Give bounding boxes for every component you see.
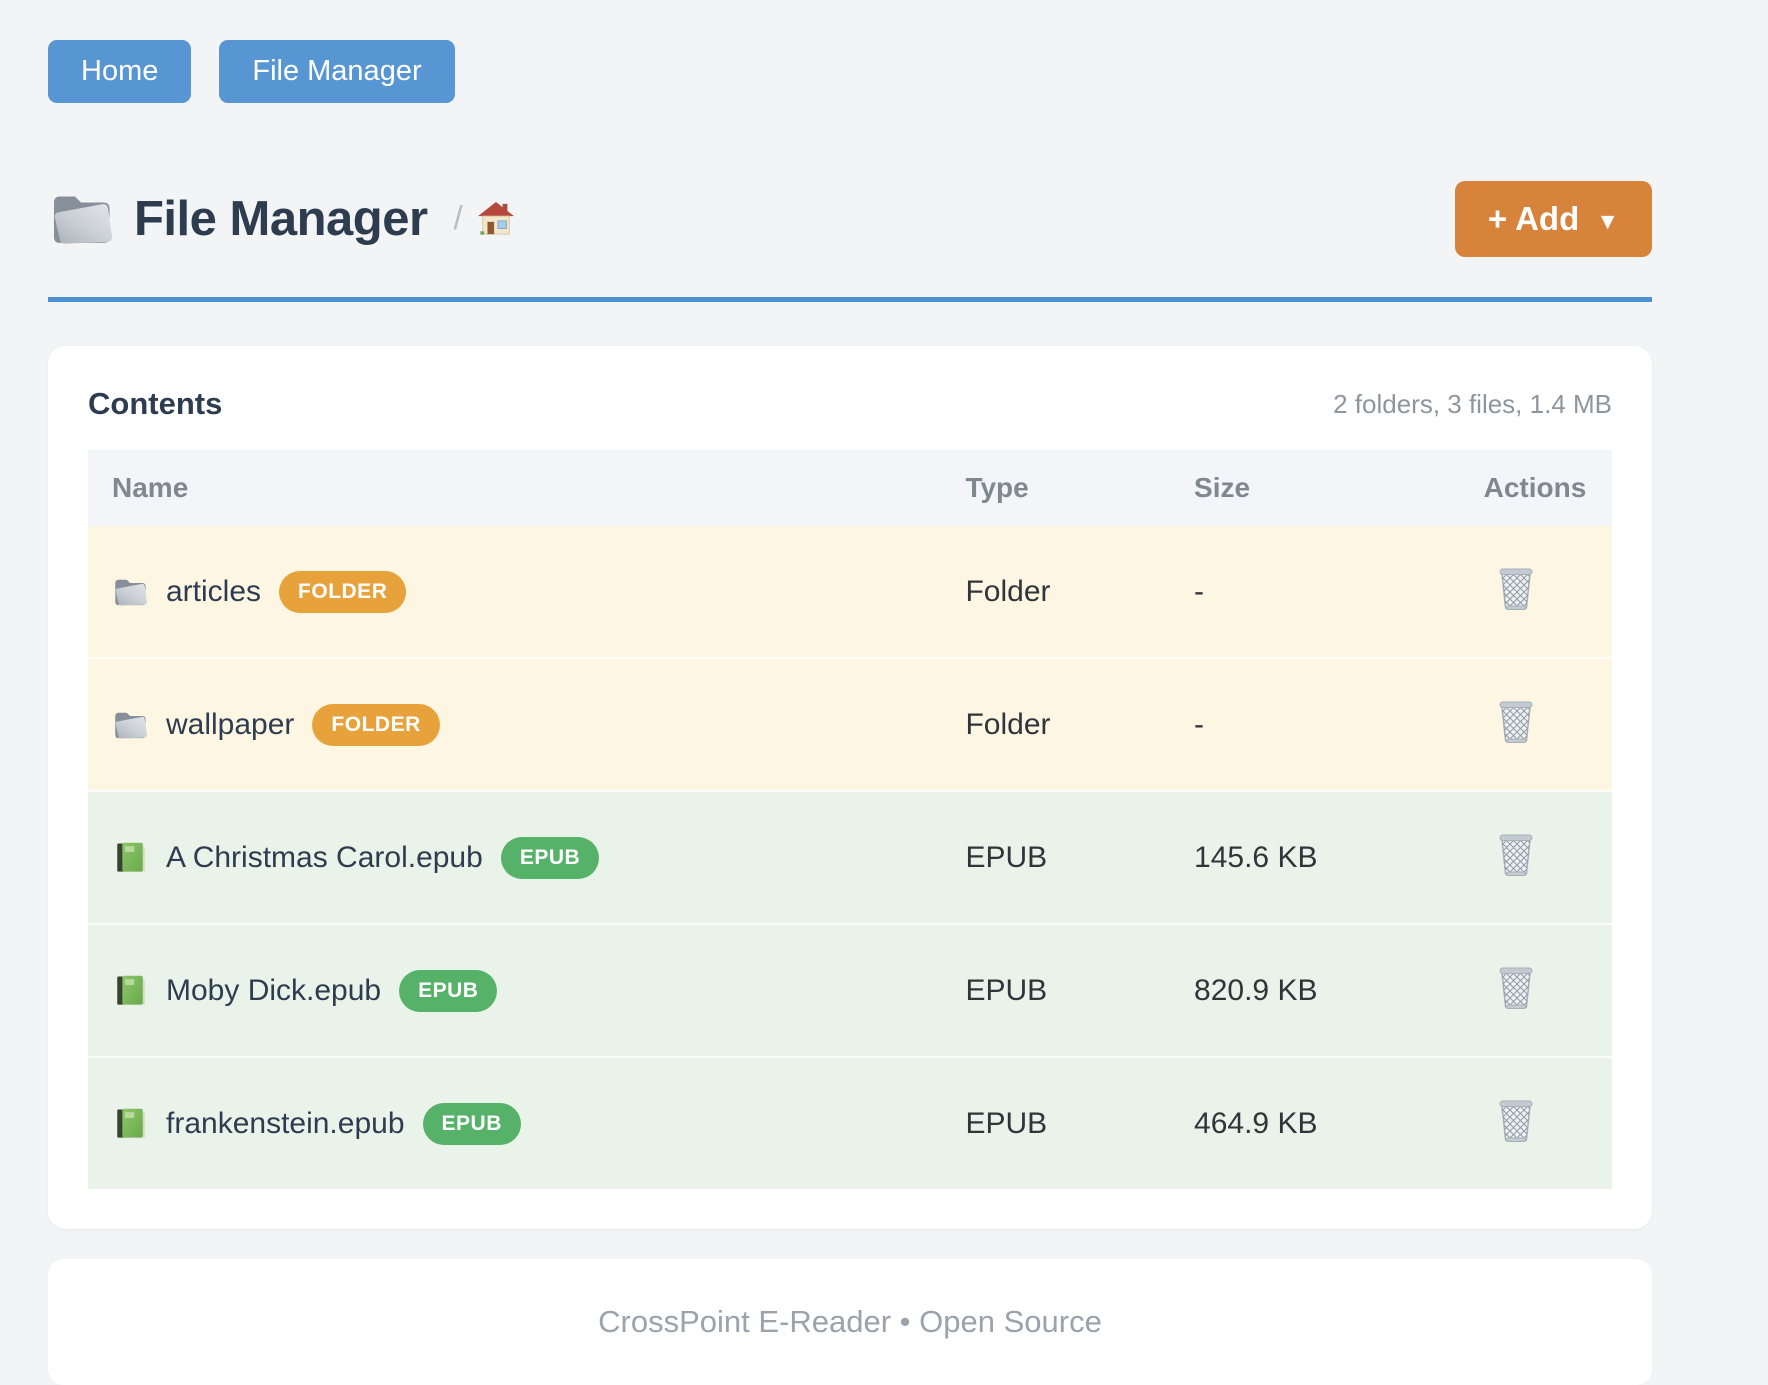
header-rule — [48, 297, 1652, 302]
size-cell: - — [1170, 526, 1460, 658]
type-badge: FOLDER — [312, 704, 439, 746]
table-body: articles FOLDER Folder - — [88, 526, 1612, 1189]
delete-button[interactable] — [1496, 830, 1536, 877]
contents-summary: 2 folders, 3 files, 1.4 MB — [1333, 389, 1612, 420]
type-cell: Folder — [941, 526, 1170, 658]
type-badge: FOLDER — [279, 571, 406, 613]
delete-button[interactable] — [1496, 1096, 1536, 1143]
contents-card: Contents 2 folders, 3 files, 1.4 MB Name… — [48, 346, 1652, 1229]
page-title: File Manager — [134, 191, 428, 247]
caret-down-icon: ▼ — [1596, 208, 1619, 235]
type-cell: EPUB — [941, 791, 1170, 924]
home-icon[interactable] — [477, 201, 515, 237]
green-book-icon — [112, 1107, 148, 1141]
size-cell: - — [1170, 658, 1460, 791]
file-table: Name Type Size Actions — [88, 450, 1612, 1189]
file-name[interactable]: wallpaper — [166, 708, 294, 742]
contents-title: Contents — [88, 386, 222, 422]
size-cell: 145.6 KB — [1170, 791, 1460, 924]
nav-home-button[interactable]: Home — [48, 40, 191, 103]
table-row[interactable]: wallpaper FOLDER Folder - — [88, 658, 1612, 791]
file-name[interactable]: frankenstein.epub — [166, 1107, 405, 1141]
type-cell: EPUB — [941, 924, 1170, 1057]
delete-button[interactable] — [1496, 963, 1536, 1010]
nav-file-manager-button[interactable]: File Manager — [219, 40, 454, 103]
footer: CrossPoint E-Reader • Open Source — [48, 1259, 1652, 1385]
file-name[interactable]: articles — [166, 575, 261, 609]
trash-icon — [1496, 963, 1536, 1010]
folder-icon — [112, 575, 148, 609]
page: Home File Manager File Manager / — [48, 0, 1652, 1385]
table-header-row: Name Type Size Actions — [88, 450, 1612, 526]
column-header-type: Type — [941, 450, 1170, 526]
type-badge: EPUB — [399, 970, 497, 1012]
delete-button[interactable] — [1496, 697, 1536, 744]
page-header: File Manager / + Add ▼ — [48, 181, 1652, 257]
table-row[interactable]: frankenstein.epub EPUB EPUB 464.9 KB — [88, 1057, 1612, 1189]
table-row[interactable]: articles FOLDER Folder - — [88, 526, 1612, 658]
top-nav: Home File Manager — [48, 0, 1652, 103]
type-cell: EPUB — [941, 1057, 1170, 1189]
green-book-icon — [112, 841, 148, 875]
column-header-name: Name — [88, 450, 941, 526]
trash-icon — [1496, 564, 1536, 611]
trash-icon — [1496, 697, 1536, 744]
type-badge: EPUB — [501, 837, 599, 879]
file-name[interactable]: Moby Dick.epub — [166, 974, 381, 1008]
folder-icon — [112, 708, 148, 742]
add-button-label: + Add — [1488, 200, 1579, 238]
file-name[interactable]: A Christmas Carol.epub — [166, 841, 483, 875]
green-book-icon — [112, 974, 148, 1008]
type-cell: Folder — [941, 658, 1170, 791]
title-wrap: File Manager / — [48, 190, 515, 248]
size-cell: 464.9 KB — [1170, 1057, 1460, 1189]
add-button[interactable]: + Add ▼ — [1455, 181, 1652, 257]
trash-icon — [1496, 1096, 1536, 1143]
breadcrumb-separator: / — [454, 199, 463, 237]
type-badge: EPUB — [423, 1103, 521, 1145]
folder-icon — [48, 190, 114, 248]
footer-text: CrossPoint E-Reader • Open Source — [598, 1304, 1102, 1339]
column-header-actions: Actions — [1460, 450, 1612, 526]
table-row[interactable]: Moby Dick.epub EPUB EPUB 820.9 KB — [88, 924, 1612, 1057]
contents-card-header: Contents 2 folders, 3 files, 1.4 MB — [88, 386, 1612, 422]
trash-icon — [1496, 830, 1536, 877]
size-cell: 820.9 KB — [1170, 924, 1460, 1057]
table-row[interactable]: A Christmas Carol.epub EPUB EPUB 145.6 K… — [88, 791, 1612, 924]
delete-button[interactable] — [1496, 564, 1536, 611]
breadcrumb: / — [454, 199, 515, 239]
column-header-size: Size — [1170, 450, 1460, 526]
